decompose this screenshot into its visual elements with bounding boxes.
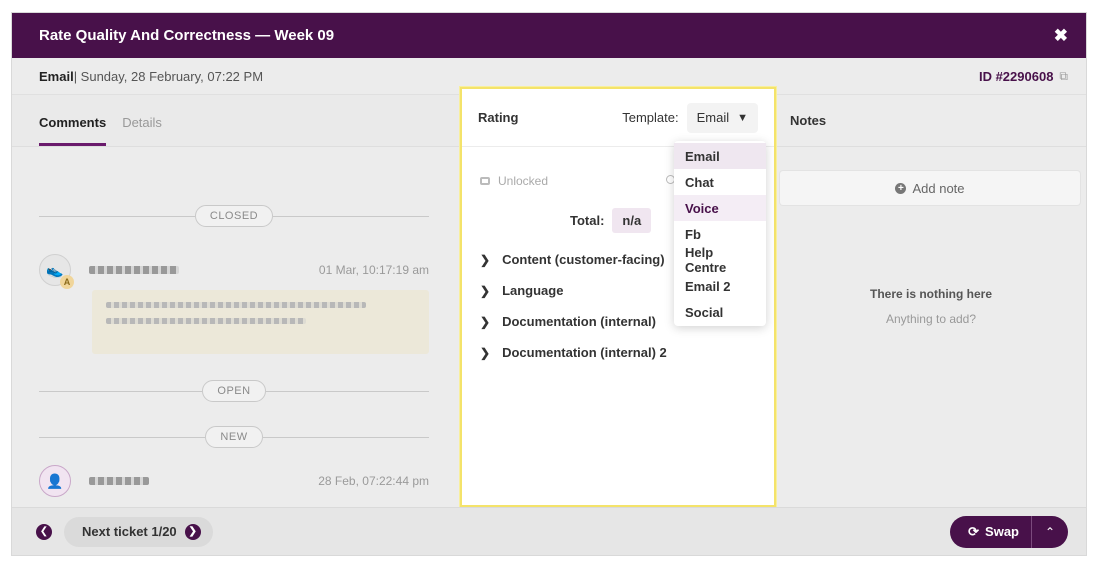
chevron-up-icon[interactable]: ⌃	[1032, 516, 1068, 548]
add-note-label: Add note	[912, 180, 965, 196]
ticket-channel: Email	[39, 68, 74, 84]
tab-comments[interactable]: Comments	[39, 115, 107, 146]
modal-titlebar: Rate Quality And Correctness — Week 09 ✖	[12, 13, 1086, 58]
modal-title: Rate Quality And Correctness — Week 09	[39, 27, 335, 44]
template-option-fb[interactable]: Fb	[674, 221, 766, 247]
previous-ticket-button[interactable]: ❮	[36, 523, 52, 540]
divider-open: OPEN	[39, 380, 429, 402]
template-option-voice[interactable]: Voice	[674, 195, 766, 221]
chevron-down-icon: ▼	[737, 111, 748, 124]
template-option-chat[interactable]: Chat	[674, 169, 766, 195]
notes-title: Notes	[776, 95, 1086, 147]
arrow-right-icon: ❯	[184, 523, 201, 540]
chevron-right-icon: ❯	[480, 283, 491, 298]
chevron-right-icon: ❯	[480, 314, 491, 329]
avatar: 👟 A	[39, 254, 74, 289]
total-value: n/a	[612, 208, 652, 233]
swap-button[interactable]: ⟳ Swap	[950, 516, 1031, 548]
comment-timestamp: 01 Mar, 10:17:19 am	[318, 263, 429, 277]
comments-tabs: Comments Details	[12, 95, 460, 147]
template-option-email-2[interactable]: Email 2	[674, 273, 766, 299]
rating-section-content[interactable]: ❯ Content (customer-facing)	[480, 252, 665, 267]
template-label: Template:	[622, 110, 679, 125]
ticket-date: | Sunday, 28 February, 07:22 PM	[73, 68, 264, 84]
rating-section-documentation-2[interactable]: ❯ Documentation (internal) 2	[480, 345, 667, 360]
total-label: Total:	[570, 213, 605, 228]
redacted-author-name	[89, 266, 179, 274]
rating-header: Rating Template: Email ▼	[462, 89, 774, 147]
divider-closed: CLOSED	[39, 205, 429, 227]
template-option-email[interactable]: Email	[674, 143, 766, 169]
avatar: 👤	[39, 465, 71, 497]
close-icon[interactable]: ✖	[1054, 26, 1068, 46]
template-option-social[interactable]: Social	[674, 299, 766, 325]
lock-status-label: Unlocked	[498, 174, 549, 188]
agent-badge: A	[60, 275, 74, 289]
modal-footer: ❮ Next ticket 1/20 ❯ ⟳ Swap ⌃	[12, 507, 1086, 555]
unlock-icon	[480, 177, 490, 185]
rating-total: Total: n/a	[570, 208, 652, 233]
status-pill-open: OPEN	[202, 380, 266, 402]
template-selected-value: Email	[696, 110, 730, 125]
ticket-id-link[interactable]: ID #2290608	[979, 69, 1053, 84]
rating-section-language[interactable]: ❯ Language	[480, 283, 563, 298]
empty-state-title: There is nothing here	[869, 287, 992, 301]
template-select[interactable]: Email ▼	[686, 102, 758, 133]
refresh-icon: ⟳	[968, 523, 980, 539]
comment-entry[interactable]: 👟 A 01 Mar, 10:17:19 am	[39, 253, 429, 289]
status-pill-closed: CLOSED	[194, 205, 274, 227]
redacted-author-name	[89, 477, 149, 485]
comment-timestamp: 28 Feb, 07:22:44 pm	[318, 474, 429, 488]
divider-new: NEW	[39, 426, 430, 448]
next-ticket-button[interactable]: Next ticket 1/20 ❯	[64, 516, 213, 547]
comment-entry[interactable]: 👤 28 Feb, 07:22:44 pm	[39, 464, 429, 498]
template-option-help-centre[interactable]: Help Centre	[674, 245, 766, 275]
rating-section-documentation[interactable]: ❯ Documentation (internal)	[480, 314, 656, 329]
external-link-icon[interactable]: ⧉	[1059, 69, 1068, 84]
lock-status[interactable]: Unlocked	[480, 174, 548, 188]
tab-details[interactable]: Details	[122, 115, 162, 146]
comment-message-box	[92, 290, 429, 354]
add-note-button[interactable]: + Add note	[780, 171, 1080, 205]
plus-circle-icon: +	[895, 182, 907, 194]
next-ticket-label: Next ticket 1/20	[82, 524, 177, 539]
rating-label: Rating	[478, 110, 519, 125]
rating-modal: Rate Quality And Correctness — Week 09 ✖…	[12, 13, 1086, 555]
template-dropdown: Email Chat Voice Fb Help Centre Email 2 …	[674, 141, 766, 326]
comments-panel: Comments Details CLOSED 👟 A 01 Mar, 10:17…	[12, 95, 460, 507]
status-pill-new: NEW	[205, 426, 263, 448]
swap-label: Swap	[985, 524, 1019, 539]
notes-panel: Notes + Add note There is nothing here A…	[776, 95, 1086, 507]
chevron-right-icon: ❯	[480, 252, 491, 267]
swap-button-group: ⟳ Swap ⌃	[950, 515, 1068, 548]
empty-state-subtitle: Anything to add?	[885, 312, 977, 326]
chevron-right-icon: ❯	[480, 345, 491, 360]
